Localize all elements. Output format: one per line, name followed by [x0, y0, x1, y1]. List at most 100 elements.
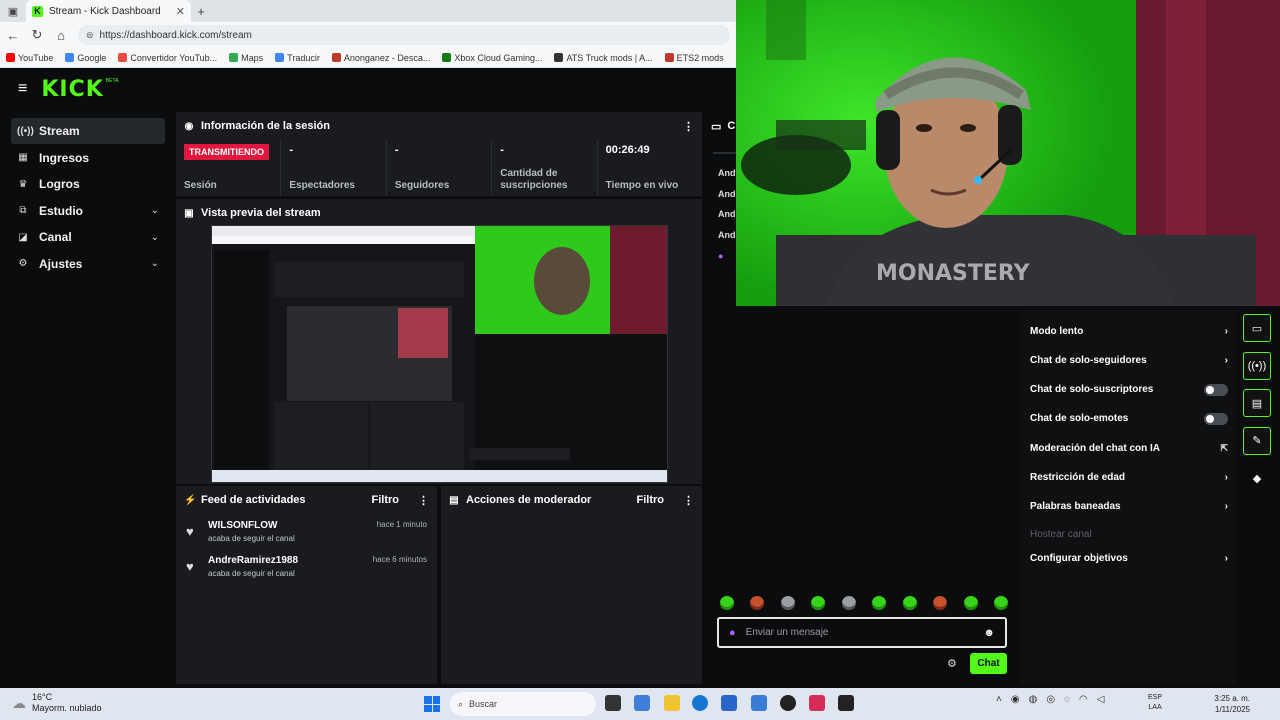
- tray-app-icon[interactable]: ◍: [1029, 694, 1038, 705]
- file-explorer-icon[interactable]: [664, 695, 680, 711]
- chat-setting-item[interactable]: Palabras baneadas ›: [1030, 498, 1228, 516]
- emote-button[interactable]: [963, 596, 978, 610]
- chevron-down-icon[interactable]: ⌄: [151, 232, 159, 243]
- taskbar-search-box[interactable]: ⌕ Buscar: [450, 692, 596, 716]
- chevron-down-icon[interactable]: ⌄: [151, 258, 159, 269]
- broadcast-icon[interactable]: ((•)): [1243, 351, 1271, 380]
- tray-app-icon[interactable]: ◎: [1046, 694, 1055, 705]
- obs-icon[interactable]: [780, 695, 796, 711]
- activity-item[interactable]: ♥ WILSONFLOW hace 1 minuto acaba de seguir …: [176, 514, 437, 549]
- store-icon[interactable]: [721, 695, 737, 711]
- session-stat: TRANSMITIENDO Sesión: [176, 140, 282, 196]
- sidebar-item-stream[interactable]: ((•)) Stream: [11, 118, 165, 144]
- wifi-icon[interactable]: ◠: [1079, 694, 1088, 705]
- chat-setting-item[interactable]: Chat de solo-suscriptores: [1030, 381, 1228, 399]
- system-clock[interactable]: 3:25 a. m. 1/11/2025: [1210, 693, 1250, 715]
- mod-actions-filter-button[interactable]: Filtro: [637, 494, 665, 506]
- more-options-icon[interactable]: ⋮: [683, 120, 694, 133]
- browser-tab[interactable]: K Stream - Kick Dashboard ✕: [26, 0, 191, 22]
- activity-item[interactable]: ♥ AndreRamirez1988 hace 6 minutos acaba de …: [176, 549, 437, 584]
- tray-app-icon[interactable]: ◌: [1064, 694, 1070, 705]
- bookmark-item[interactable]: Convertidor YouTub...: [118, 53, 217, 63]
- chat-message-input[interactable]: ● Enviar un mensaje ☻: [717, 617, 1007, 648]
- bookmark-item[interactable]: Xbox Cloud Gaming...: [442, 53, 542, 63]
- tray-app-icon[interactable]: ◉: [1011, 694, 1020, 705]
- back-icon[interactable]: ←: [6, 28, 20, 43]
- emote-button[interactable]: [872, 596, 887, 610]
- home-icon[interactable]: ⌂: [54, 28, 68, 43]
- microphone-icon[interactable]: ●: [729, 627, 736, 639]
- emote-button[interactable]: [780, 596, 795, 610]
- url-field[interactable]: ⊜ https://dashboard.kick.com/stream: [78, 25, 730, 45]
- chat-message: And: [718, 188, 736, 199]
- chat-bubble-icon[interactable]: ▭: [1243, 314, 1271, 342]
- task-view-icon[interactable]: [605, 695, 621, 711]
- game-app-icon[interactable]: [838, 695, 854, 711]
- chat-setting-item[interactable]: Chat de solo-seguidores ›: [1030, 351, 1228, 369]
- emote-button[interactable]: [841, 596, 856, 610]
- hamburger-menu-icon[interactable]: ≡: [18, 80, 27, 98]
- kick-logo[interactable]: KICK: [41, 77, 103, 102]
- tab-close-button[interactable]: ✕: [176, 5, 185, 18]
- reload-icon[interactable]: ↻: [30, 27, 44, 43]
- mail-icon[interactable]: [751, 695, 767, 711]
- new-tab-button[interactable]: +: [191, 4, 211, 19]
- bookmark-favicon-icon: [6, 53, 15, 62]
- emote-button[interactable]: [720, 596, 734, 610]
- toggle-switch[interactable]: [1204, 412, 1228, 425]
- emote-button[interactable]: [811, 596, 826, 610]
- toggle-switch[interactable]: [1204, 383, 1228, 396]
- camera-icon: ▣: [184, 207, 194, 219]
- stat-label: Sesión: [184, 180, 217, 191]
- weather-widget[interactable]: ☁ 16°C Mayorm. nublado: [12, 692, 102, 714]
- activity-filter-button[interactable]: Filtro: [372, 494, 400, 506]
- chat-send-button[interactable]: Chat: [970, 653, 1007, 674]
- chat-setting-item[interactable]: Restricción de edad ›: [1030, 469, 1228, 487]
- stream-preview-video[interactable]: [211, 225, 668, 483]
- broadcast-icon: ◉: [184, 120, 194, 132]
- chat-settings-gear-icon[interactable]: ⚙: [947, 657, 957, 670]
- emote-button[interactable]: [993, 596, 1008, 610]
- bookmark-item[interactable]: Google: [65, 53, 106, 63]
- windows-start-button[interactable]: [424, 696, 440, 712]
- bookmark-item[interactable]: YouTube: [6, 53, 53, 63]
- bookmark-item[interactable]: ATS Truck mods | A...: [554, 53, 653, 63]
- chat-setting-item[interactable]: Chat de solo-emotes: [1030, 410, 1228, 428]
- bookmark-item[interactable]: Anonganez - Desca...: [331, 53, 430, 63]
- chat-setting-item[interactable]: Configurar objetivos ›: [1030, 549, 1228, 567]
- emote-button[interactable]: [933, 596, 948, 610]
- window-menu-icon[interactable]: ▣: [0, 5, 26, 18]
- activity-username[interactable]: AndreRamirez1988: [208, 555, 298, 566]
- emote-button[interactable]: [902, 596, 917, 610]
- sidebar-item-canal[interactable]: ◪ Canal ⌄: [11, 224, 165, 250]
- volume-icon[interactable]: ◁: [1097, 694, 1105, 705]
- site-info-icon[interactable]: ⊜: [86, 30, 94, 41]
- more-options-icon[interactable]: ⋮: [418, 494, 429, 507]
- layout-icon[interactable]: ▤: [1243, 389, 1271, 417]
- chevron-down-icon[interactable]: ⌄: [151, 205, 159, 216]
- activity-feed-title: Feed de actividades: [201, 494, 306, 506]
- shapes-icon[interactable]: ◆: [1243, 464, 1271, 492]
- chat-setting-item[interactable]: Modo lento ›: [1030, 322, 1228, 340]
- sidebar-item-logros[interactable]: ♛ Logros: [11, 171, 165, 197]
- sidebar-item-ajustes[interactable]: ⚙ Ajustes ⌄: [11, 251, 165, 277]
- weather-temp: 16°C: [32, 692, 53, 702]
- activity-username[interactable]: WILSONFLOW: [208, 520, 277, 531]
- edge-browser-icon[interactable]: [692, 695, 708, 711]
- emote-button[interactable]: [750, 596, 765, 610]
- chat-setting-label: Modo lento: [1030, 325, 1084, 337]
- widgets-app-icon[interactable]: [634, 695, 650, 711]
- more-options-icon[interactable]: ⋮: [683, 494, 694, 507]
- tiktok-icon[interactable]: [809, 695, 825, 711]
- bookmark-item[interactable]: Traducir: [275, 53, 320, 63]
- sidebar-item-ingresos[interactable]: ▦ Ingresos: [11, 145, 165, 171]
- emoji-icon[interactable]: ☻: [983, 627, 995, 639]
- mod-actions-title: Acciones de moderador: [466, 494, 592, 506]
- sidebar-item-estudio[interactable]: ⧉ Estudio ⌄: [11, 198, 165, 224]
- input-language[interactable]: ESP LAA: [1148, 693, 1162, 713]
- bookmark-item[interactable]: Maps: [229, 53, 263, 63]
- bookmark-item[interactable]: ETS2 mods: [664, 53, 724, 63]
- wrench-icon[interactable]: ✎: [1243, 426, 1271, 455]
- chat-setting-item[interactable]: Moderación del chat con IA ⇱: [1030, 439, 1228, 457]
- chevron-up-icon[interactable]: ˄: [996, 694, 1002, 705]
